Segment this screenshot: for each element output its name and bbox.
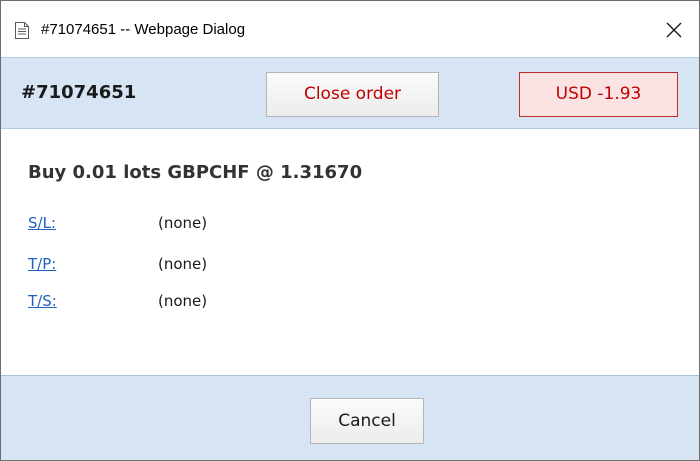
window-close-button[interactable] [659, 15, 689, 45]
trailing-stop-value: (none) [158, 292, 208, 310]
dialog-window: #71074651 -- Webpage Dialog #71074651 Cl… [0, 0, 700, 461]
order-id: #71074651 [21, 82, 137, 103]
close-icon [666, 22, 682, 38]
take-profit-row: T/P: (none) [28, 253, 428, 275]
stop-loss-row: S/L: (none) [28, 212, 428, 234]
take-profit-value: (none) [158, 255, 208, 273]
take-profit-link[interactable]: T/P: [28, 253, 56, 275]
trailing-stop-link[interactable]: T/S: [28, 290, 57, 312]
stop-loss-link[interactable]: S/L: [28, 212, 56, 234]
order-details: Buy 0.01 lots GBPCHF @ 1.31670 S/L: (non… [1, 129, 699, 375]
cancel-button[interactable]: Cancel [310, 398, 424, 444]
stop-loss-value: (none) [158, 214, 208, 232]
order-summary: Buy 0.01 lots GBPCHF @ 1.31670 [28, 162, 363, 183]
trailing-stop-row: T/S: (none) [28, 290, 428, 312]
order-header: #71074651 Close order USD -1.93 [1, 57, 699, 129]
close-order-button[interactable]: Close order [266, 72, 439, 117]
title-bar: #71074651 -- Webpage Dialog [1, 1, 699, 57]
window-title: #71074651 -- Webpage Dialog [41, 21, 246, 38]
profit-loss-badge: USD -1.93 [519, 72, 678, 117]
document-icon [15, 22, 29, 39]
dialog-footer: Cancel [1, 375, 699, 460]
